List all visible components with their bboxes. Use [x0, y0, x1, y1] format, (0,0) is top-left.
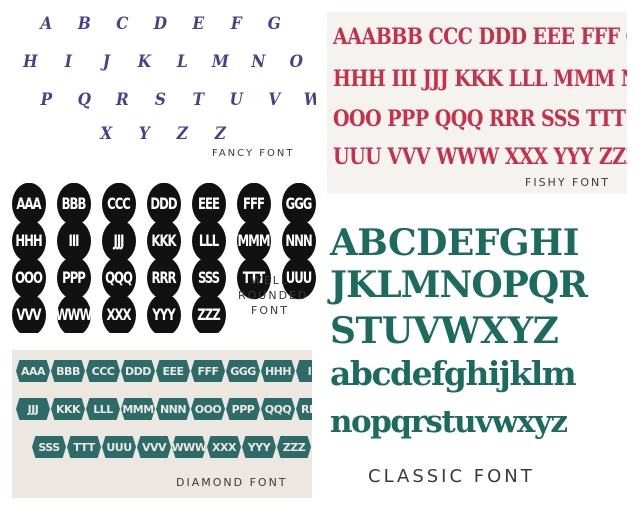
diamond-monogram: EEE [156, 360, 190, 382]
diamond-monogram: DDD [121, 360, 155, 382]
diamond-monogram: UUU [102, 436, 136, 458]
fancy-monogram: K [137, 52, 151, 72]
fishy-font-row: OOO PPP QQQ RRR SSS TTT [333, 105, 626, 133]
fancy-monogram: U [229, 90, 243, 110]
diamond-monogram: GGG [226, 360, 260, 382]
classic-font-line: JKLMNOPQR [330, 264, 588, 306]
classic-font-panel: ABCDEFGHI JKLMNOPQR STUVWXYZ abcdefghijk… [326, 200, 636, 510]
fancy-font-row: P Q R S T U VW [26, 86, 316, 114]
fancy-monogram: C [116, 14, 128, 34]
caption-line: ROUNDED [238, 289, 309, 302]
classic-font-line: STUVWXYZ [330, 310, 559, 352]
well-rounded-monogram: ZZZ [191, 293, 226, 333]
fancy-font-panel: A B C D E F G H I J K L M N O P Q R S T U VW X Y Z Z FANCY FONT [6, 4, 316, 168]
well-rounded-monogram: XXX [101, 293, 136, 333]
fancy-monogram: F [230, 14, 242, 34]
fancy-monogram: H [23, 52, 37, 72]
fishy-font-caption: FISHY FONT [525, 176, 610, 189]
fishy-font-row: AAABBB CCC DDD EEE FFF GGG [333, 23, 627, 51]
diamond-monogram: VVV [137, 436, 171, 458]
fancy-monogram: A [40, 14, 52, 34]
fancy-monogram: G [267, 14, 281, 34]
diamond-monogram: KKK [51, 398, 85, 420]
classic-font-line: abcdefghijklm [330, 354, 577, 393]
diamond-font-panel: AAABBBCCCDDDEEEFFFGGGHHHIII JJJKKKLLLMMMN… [12, 350, 312, 498]
diamond-monogram: JJJ [16, 398, 50, 420]
well-rounded-font-caption: WELL ROUNDED FONT [238, 273, 309, 318]
diamond-monogram: PPP [226, 398, 260, 420]
diamond-font-row: SSS TTT UUU VVV WWW XXX YYY ZZZ [32, 436, 312, 458]
diamond-monogram: BBB [51, 360, 85, 382]
diamond-monogram: XXX [207, 436, 241, 458]
fancy-monogram: E [192, 14, 205, 34]
diamond-monogram: III [296, 360, 312, 382]
fancy-monogram: S [154, 90, 166, 110]
diamond-monogram: ZZZ [277, 436, 311, 458]
well-rounded-monogram: YYY [146, 293, 181, 333]
well-rounded-font-row: HHH III JJJ KKK LLL MMM NNN [6, 219, 316, 263]
well-rounded-font-panel: AAA BBB CCC DDD EEE FFF GGG HHH III JJJ KKK LLL MMM N… [6, 183, 316, 333]
caption-line: WELL [250, 274, 290, 287]
fancy-monogram: Z [176, 124, 188, 144]
fancy-monogram: P [40, 90, 53, 110]
classic-font-line: ABCDEFGHI [330, 222, 580, 264]
fancy-monogram: I [64, 52, 72, 72]
well-rounded-monogram: VVV [11, 293, 46, 333]
fishy-font-row: UUU VVV WWW XXX YYY ZZZ [333, 143, 627, 171]
fancy-font-row: XYZZ [86, 120, 238, 148]
classic-font-line: nopqrstuvwxyz [330, 404, 568, 440]
fancy-monogram: T [192, 90, 204, 110]
diamond-monogram: HHH [261, 360, 295, 382]
diamond-monogram: OOO [191, 398, 225, 420]
well-rounded-font-row: AAA BBB CCC DDD EEE FFF GGG [6, 183, 316, 226]
fancy-monogram: R [115, 90, 129, 110]
diamond-monogram: NNN [156, 398, 190, 420]
fancy-monogram: M [211, 52, 229, 72]
diamond-monogram: RRR [296, 398, 312, 420]
fishy-font-panel: AAABBB CCC DDD EEE FFF GGG HHH III JJJ K… [327, 12, 627, 194]
diamond-monogram: MMM [121, 398, 155, 420]
fancy-monogram: D [153, 14, 167, 34]
fancy-monogram: Z [214, 124, 226, 144]
fancy-monogram: Q [77, 90, 91, 110]
well-rounded-font-row: VVV WWW XXX YYY ZZZ [6, 293, 231, 333]
diamond-font-row: AAABBBCCCDDDEEEFFFGGGHHHIII [16, 360, 312, 382]
fancy-font-row: H I J K L M N O [10, 48, 314, 76]
diamond-monogram: CCC [86, 360, 120, 382]
fancy-monogram: J [102, 52, 110, 72]
diamond-monogram: LLL [86, 398, 120, 420]
diamond-monogram: YYY [242, 436, 276, 458]
fancy-monogram: L [176, 52, 188, 72]
diamond-font-row: JJJKKKLLLMMMNNNOOOPPPQQQRRR [16, 398, 312, 420]
fancy-monogram: O [289, 52, 303, 72]
fancy-monogram: V [268, 90, 280, 110]
classic-font-caption: CLASSIC FONT [368, 466, 535, 487]
diamond-monogram: AAA [16, 360, 50, 382]
fancy-monogram: N [251, 52, 265, 72]
diamond-monogram: WWW [172, 436, 206, 458]
diamond-monogram: TTT [67, 436, 101, 458]
fancy-monogram: W [294, 86, 316, 114]
fancy-font-caption: FANCY FONT [212, 148, 295, 159]
fancy-monogram: X [100, 124, 112, 144]
fishy-font-row: HHH III JJJ KKK LLL MMM NNN [333, 65, 627, 93]
well-rounded-monogram: WWW [56, 293, 92, 333]
caption-line: FONT [251, 304, 289, 317]
diamond-monogram: QQQ [261, 398, 295, 420]
diamond-monogram: SSS [32, 436, 66, 458]
diamond-monogram: FFF [191, 360, 225, 382]
diamond-font-caption: DIAMOND FONT [176, 476, 288, 489]
fancy-monogram: Y [138, 124, 150, 144]
fancy-font-row: A B C D E F G [26, 10, 292, 38]
fancy-monogram: B [77, 14, 91, 34]
